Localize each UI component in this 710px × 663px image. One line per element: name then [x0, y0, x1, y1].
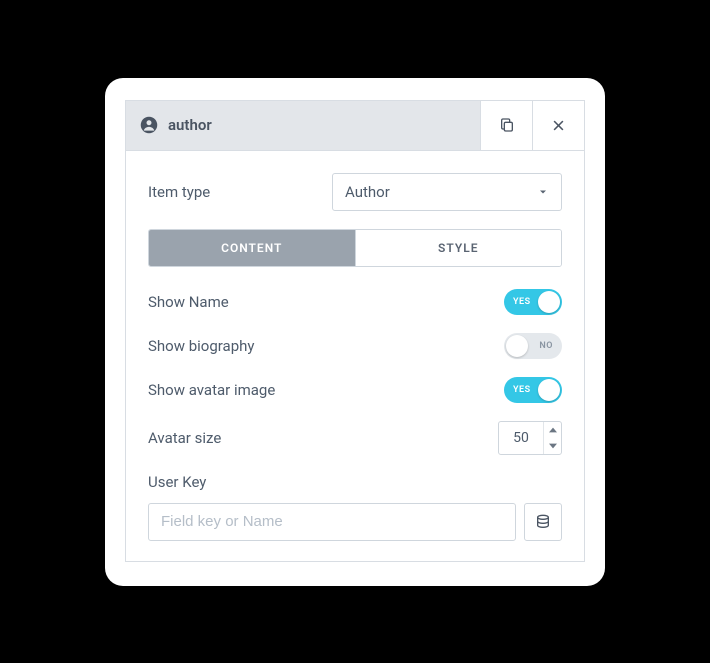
toggle-knob	[506, 335, 528, 357]
panel-inner: author	[125, 100, 585, 562]
avatar-size-stepper[interactable]: 50	[498, 421, 562, 455]
close-icon	[551, 118, 566, 133]
database-icon	[535, 514, 551, 530]
show-biography-toggle[interactable]: NO	[504, 333, 562, 359]
stepper-buttons	[543, 422, 561, 454]
panel-title: author	[168, 116, 212, 134]
panel-body: Item type Author CONTENT STYLE	[126, 151, 584, 561]
user-key-picker-button[interactable]	[524, 503, 562, 541]
chevron-down-icon	[549, 443, 557, 449]
tab-style[interactable]: STYLE	[355, 230, 562, 266]
avatar-size-row: Avatar size 50	[148, 421, 562, 455]
user-key-label: User Key	[148, 473, 562, 491]
avatar-size-label: Avatar size	[148, 429, 221, 447]
stepper-down[interactable]	[544, 438, 561, 454]
avatar-size-value: 50	[499, 430, 543, 446]
user-icon	[140, 116, 158, 134]
close-button[interactable]	[532, 101, 584, 150]
show-avatar-row: Show avatar image YES	[148, 377, 562, 403]
show-biography-row: Show biography NO	[148, 333, 562, 359]
show-avatar-toggle[interactable]: YES	[504, 377, 562, 403]
stepper-up[interactable]	[544, 422, 561, 438]
show-name-row: Show Name YES	[148, 289, 562, 315]
duplicate-button[interactable]	[480, 101, 532, 150]
item-type-row: Item type Author	[148, 173, 562, 211]
user-key-input[interactable]	[148, 503, 516, 541]
item-type-value: Author	[345, 183, 390, 201]
tab-content[interactable]: CONTENT	[149, 230, 355, 266]
toggle-knob	[538, 291, 560, 313]
toggle-text: YES	[504, 297, 540, 307]
tab-group: CONTENT STYLE	[148, 229, 562, 267]
panel-header: author	[126, 101, 584, 151]
item-type-select[interactable]: Author	[332, 173, 562, 211]
toggle-knob	[538, 379, 560, 401]
chevron-up-icon	[549, 427, 557, 433]
show-name-label: Show Name	[148, 293, 229, 311]
show-biography-label: Show biography	[148, 337, 255, 355]
show-name-toggle[interactable]: YES	[504, 289, 562, 315]
show-avatar-label: Show avatar image	[148, 381, 275, 399]
tab-content-label: CONTENT	[221, 241, 282, 255]
caret-down-icon	[537, 186, 549, 198]
tab-style-label: STYLE	[438, 241, 478, 255]
user-key-input-group	[148, 503, 562, 541]
header-title-area: author	[126, 101, 480, 150]
copy-icon	[499, 117, 515, 133]
toggle-text: NO	[530, 341, 562, 351]
settings-panel: author	[105, 78, 605, 586]
item-type-label: Item type	[148, 183, 210, 201]
toggle-text: YES	[504, 385, 540, 395]
